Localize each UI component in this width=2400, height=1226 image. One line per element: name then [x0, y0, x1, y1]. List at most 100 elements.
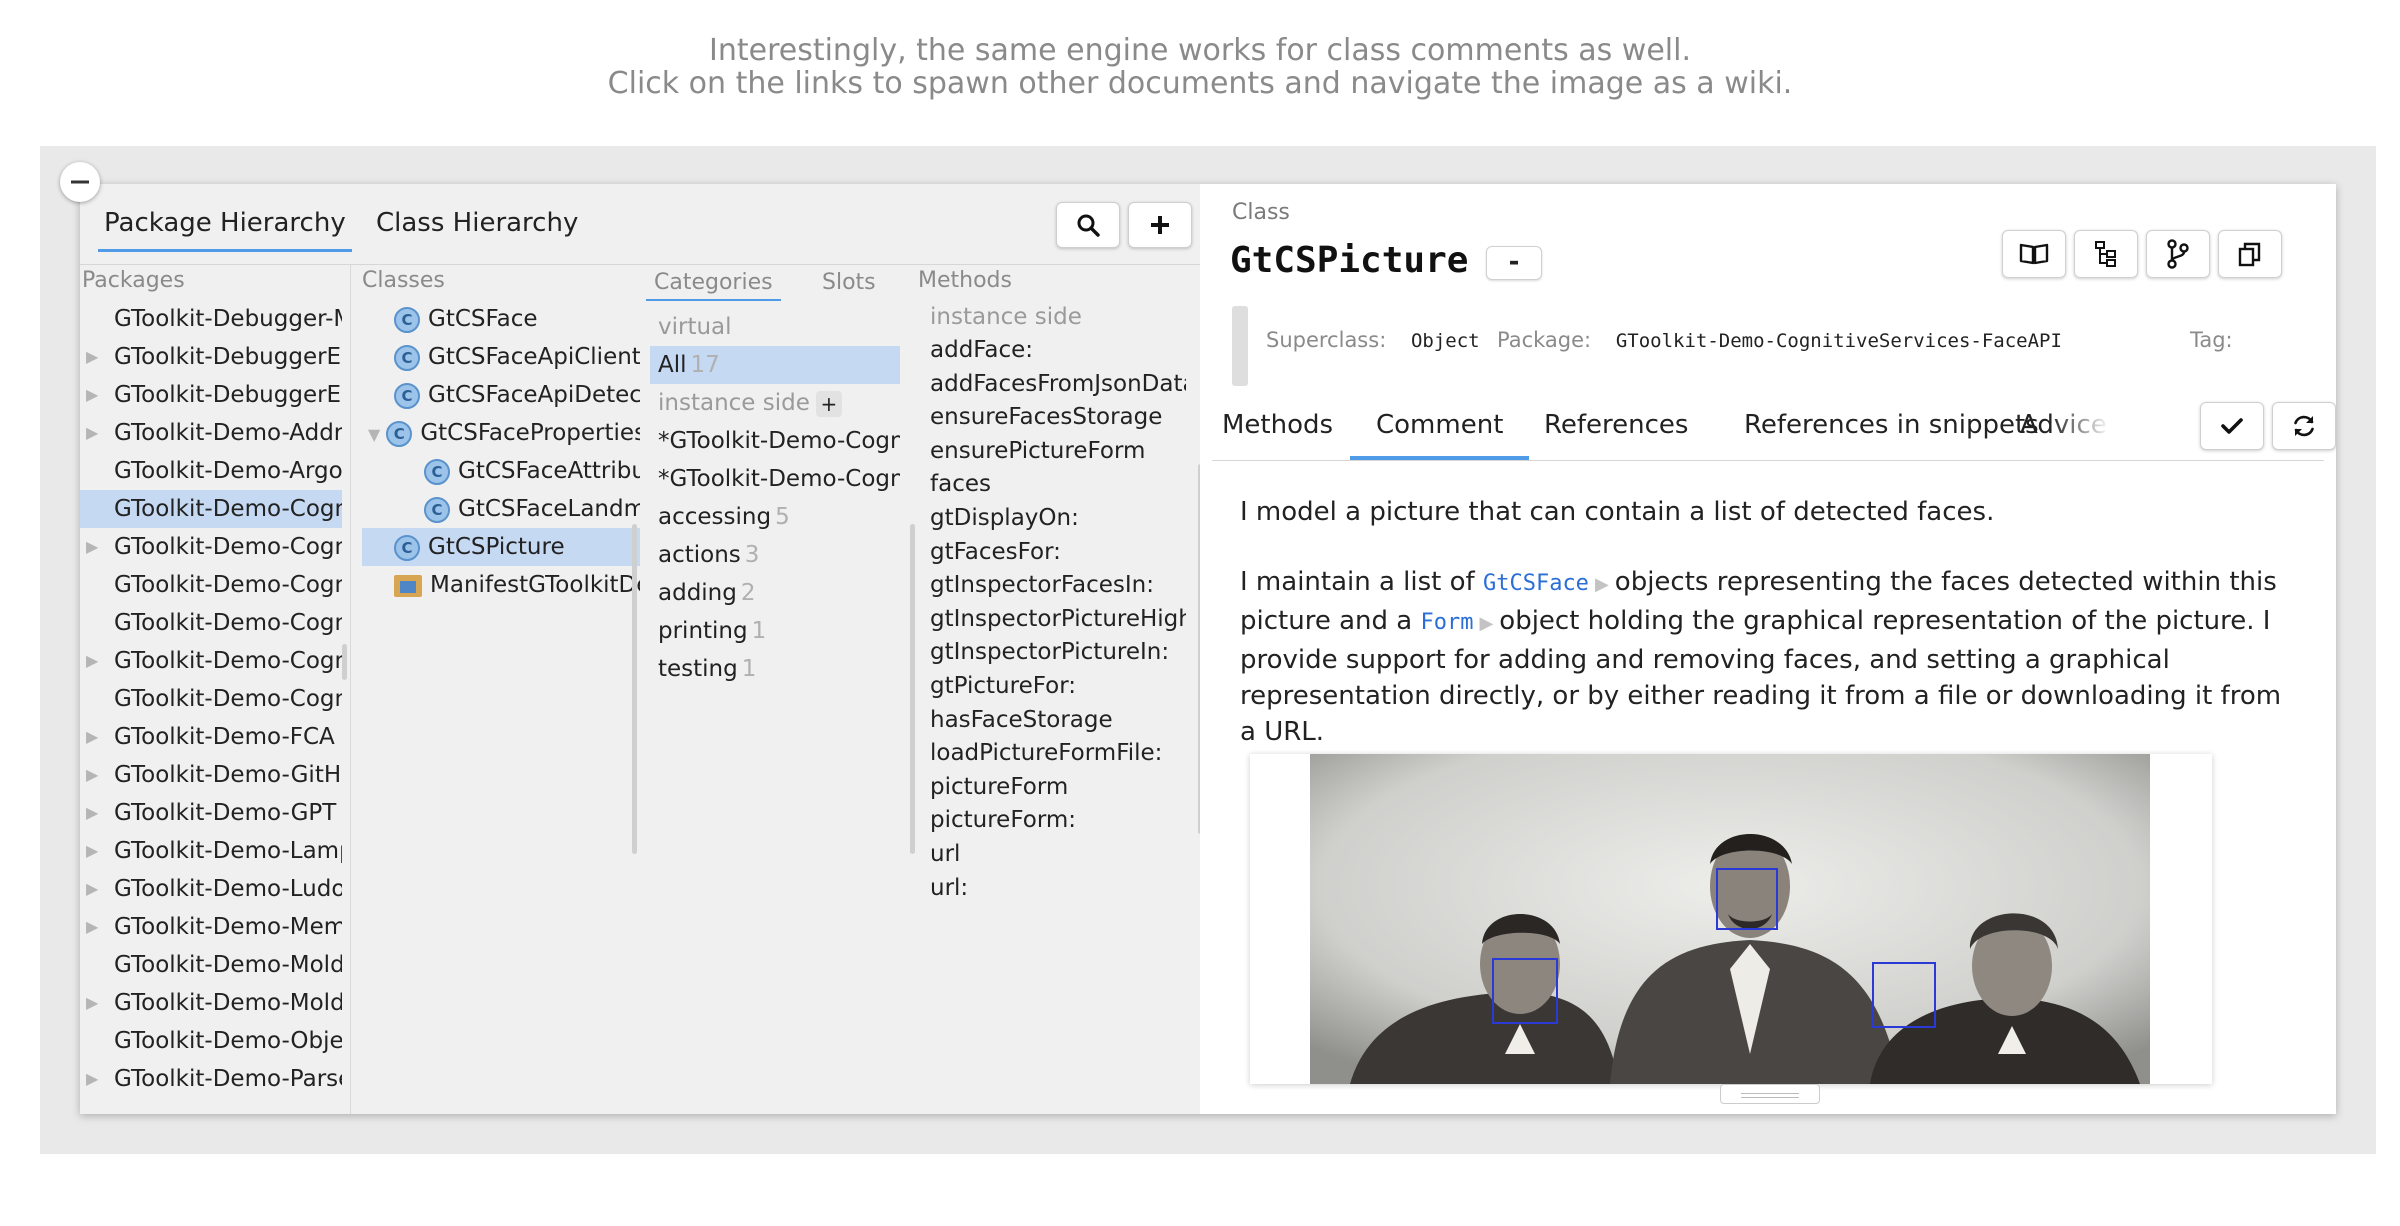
- expand-triangle-icon[interactable]: ▶: [86, 376, 98, 414]
- package-item[interactable]: GToolkit-Debugger-Mo: [80, 300, 342, 338]
- category-protocol[interactable]: testing 1: [650, 650, 900, 688]
- class-item[interactable]: C GtCSFaceApiClient: [362, 338, 640, 376]
- package-item[interactable]: ▶ GToolkit-Demo-FCA: [80, 718, 342, 756]
- link-form[interactable]: Form: [1420, 610, 1473, 635]
- expand-triangle-icon[interactable]: ▶: [86, 984, 98, 1022]
- class-item[interactable]: C GtCSFaceAttribute: [362, 452, 640, 490]
- link-gtcsface[interactable]: GtCSFace: [1483, 571, 1589, 596]
- package-item[interactable]: ▶ GToolkit-Demo-GitHub: [80, 756, 342, 794]
- class-item[interactable]: C GtCSFace: [362, 300, 640, 338]
- method-item[interactable]: gtInspectorPictureHighli: [930, 603, 1186, 637]
- package-item[interactable]: ▶ GToolkit-Demo-Ludo: [80, 870, 342, 908]
- accept-button[interactable]: [2200, 402, 2264, 450]
- tab-class-hierarchy[interactable]: Class Hierarchy: [376, 208, 578, 238]
- classes-list[interactable]: C GtCSFace C GtCSFaceApiClient C GtCSFaceApiD…: [362, 300, 640, 660]
- category-protocol[interactable]: printing 1: [650, 612, 900, 650]
- method-item[interactable]: addFace:: [930, 334, 1186, 368]
- tab-methods[interactable]: Methods: [1222, 410, 1333, 440]
- package-item[interactable]: GToolkit-Demo-Cognit: [80, 566, 342, 604]
- class-item[interactable]: C GtCSFaceLandma: [362, 490, 640, 528]
- method-item[interactable]: ensureFacesStorage: [930, 401, 1186, 435]
- method-item[interactable]: ensurePictureForm: [930, 435, 1186, 469]
- category-extension[interactable]: *GToolkit-Demo-Cognitiv: [650, 422, 900, 460]
- face-box-middle[interactable]: [1716, 868, 1778, 930]
- packages-scrollbar[interactable]: [342, 644, 347, 680]
- category-protocol[interactable]: actions 3: [650, 536, 900, 574]
- add-button[interactable]: [1128, 202, 1192, 248]
- category-extension[interactable]: *GToolkit-Demo-Cognitiv: [650, 460, 900, 498]
- expand-triangle-icon[interactable]: ▶: [86, 908, 98, 946]
- tab-categories[interactable]: Categories: [646, 270, 781, 301]
- expand-triangle-icon[interactable]: ▶: [86, 1060, 98, 1098]
- category-protocol[interactable]: accessing 5: [650, 498, 900, 536]
- expand-triangle-icon[interactable]: ▶: [86, 338, 98, 376]
- expand-arrow-icon[interactable]: ▶: [1479, 613, 1493, 634]
- tab-package-hierarchy[interactable]: Package Hierarchy: [98, 208, 352, 252]
- category-all[interactable]: All 17: [650, 346, 900, 384]
- categories-list[interactable]: virtual All 17 instance side + *GToolkit-Demo…: [650, 308, 900, 908]
- expand-arrow-icon[interactable]: ▶: [1595, 574, 1609, 595]
- class-item[interactable]: C GtCSFaceApiDetectRe: [362, 376, 640, 414]
- categories-scrollbar[interactable]: [910, 524, 915, 854]
- git-button[interactable]: [2146, 230, 2210, 278]
- expand-triangle-icon[interactable]: ▶: [86, 832, 98, 870]
- method-item[interactable]: gtInspectorPictureIn:: [930, 636, 1186, 670]
- tab-comment[interactable]: Comment: [1349, 410, 1530, 460]
- expand-triangle-icon[interactable]: ▶: [86, 414, 98, 452]
- package-item[interactable]: ▶ GToolkit-Demo-Cognit: [80, 642, 342, 680]
- class-item[interactable]: ManifestGToolkitDer: [362, 566, 640, 604]
- method-item[interactable]: pictureForm: [930, 771, 1186, 805]
- method-item[interactable]: gtInspectorFacesIn:: [930, 569, 1186, 603]
- method-item[interactable]: hasFaceStorage: [930, 704, 1186, 738]
- tab-references-in-snippets[interactable]: References in snippets: [1744, 410, 2039, 440]
- package-item[interactable]: ▶ GToolkit-Demo-Addres: [80, 414, 342, 452]
- package-item[interactable]: ▶ GToolkit-DebuggerExte: [80, 338, 342, 376]
- method-item[interactable]: gtDisplayOn:: [930, 502, 1186, 536]
- package-item[interactable]: ▶ GToolkit-DebuggerExte: [80, 376, 342, 414]
- classes-scrollbar[interactable]: [632, 524, 637, 854]
- face-box-left[interactable]: [1492, 958, 1558, 1024]
- package-item[interactable]: ▶ GToolkit-Demo-Cognit: [80, 528, 342, 566]
- method-item[interactable]: faces: [930, 468, 1186, 502]
- expand-triangle-icon[interactable]: ▶: [86, 794, 98, 832]
- package-item[interactable]: GToolkit-Demo-Cognit: [80, 490, 342, 528]
- package-item[interactable]: GToolkit-Demo-Argour: [80, 452, 342, 490]
- tab-slots[interactable]: Slots: [822, 270, 876, 295]
- methods-list[interactable]: instance side addFace: addFacesFromJsonDat…: [930, 300, 1186, 1000]
- class-side-toggle[interactable]: -: [1486, 246, 1542, 280]
- expand-triangle-icon[interactable]: ▶: [86, 528, 98, 566]
- face-box-right[interactable]: [1872, 962, 1936, 1028]
- method-item[interactable]: url: [930, 838, 1186, 872]
- package-value[interactable]: GToolkit-Demo-CognitiveServices-FaceAPI: [1616, 330, 2062, 352]
- expand-triangle-icon[interactable]: ▶: [86, 756, 98, 794]
- class-item[interactable]: ▼ C GtCSFaceProperties: [362, 414, 640, 452]
- package-item[interactable]: GToolkit-Demo-Object: [80, 1022, 342, 1060]
- expand-triangle-icon[interactable]: ▶: [86, 718, 98, 756]
- method-item[interactable]: url:: [930, 872, 1186, 906]
- package-item[interactable]: ▶ GToolkit-Demo-Moldal: [80, 984, 342, 1022]
- collapse-button[interactable]: [60, 162, 100, 202]
- method-item[interactable]: addFacesFromJsonData:: [930, 368, 1186, 402]
- expand-triangle-icon[interactable]: ▶: [86, 642, 98, 680]
- book-button[interactable]: [2002, 230, 2066, 278]
- tab-references[interactable]: References: [1544, 410, 1688, 440]
- method-item[interactable]: gtFacesFor:: [930, 536, 1186, 570]
- package-item[interactable]: GToolkit-Demo-Moldal: [80, 946, 342, 984]
- superclass-value[interactable]: Object: [1411, 330, 1480, 352]
- expand-triangle-icon[interactable]: ▶: [86, 870, 98, 908]
- package-item[interactable]: GToolkit-Demo-Cognit: [80, 604, 342, 642]
- search-button[interactable]: [1056, 202, 1120, 248]
- add-protocol-icon[interactable]: +: [815, 390, 842, 417]
- category-protocol[interactable]: adding 2: [650, 574, 900, 612]
- package-item[interactable]: ▶ GToolkit-Demo-GPT: [80, 794, 342, 832]
- refresh-button[interactable]: [2272, 402, 2336, 450]
- package-item[interactable]: GToolkit-Demo-Cognit: [80, 680, 342, 718]
- method-item[interactable]: pictureForm:: [930, 804, 1186, 838]
- package-item[interactable]: ▶ GToolkit-Demo-ParseN: [80, 1060, 342, 1098]
- packages-list[interactable]: GToolkit-Debugger-Mo ▶ GToolkit-DebuggerEx…: [80, 300, 342, 1114]
- hierarchy-button[interactable]: [2074, 230, 2138, 278]
- method-item[interactable]: loadPictureFormFile:: [930, 737, 1186, 771]
- resize-handle[interactable]: [1720, 1084, 1820, 1104]
- collapse-triangle-icon[interactable]: ▼: [368, 425, 380, 444]
- class-item[interactable]: C GtCSPicture: [362, 528, 640, 566]
